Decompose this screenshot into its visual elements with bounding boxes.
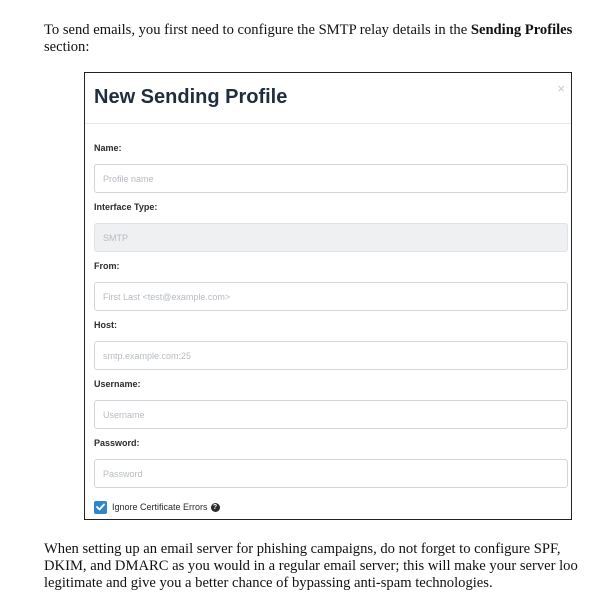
outro-line-3: legitimate and give you a better chance …	[44, 575, 493, 591]
modal-title: New Sending Profile	[94, 86, 288, 108]
intro-text: To send emails, you first need to config…	[44, 22, 471, 38]
outro-paragraph: When setting up an email server for phis…	[44, 541, 578, 592]
password-field[interactable]	[94, 459, 568, 488]
ignore-cert-checkbox[interactable]	[94, 500, 107, 514]
interface-type-field	[94, 223, 568, 252]
username-field[interactable]	[94, 400, 568, 429]
outro-line-2: DKIM, and DMARC as you would in a regula…	[44, 558, 578, 574]
from-field[interactable]	[94, 282, 568, 311]
intro-line-2: section:	[44, 39, 90, 55]
outro-line-1: When setting up an email server for phis…	[44, 541, 561, 557]
sending-profile-modal: New Sending Profile × Name: Interface Ty…	[84, 72, 572, 520]
checkmark-icon	[96, 503, 105, 511]
modal-header: New Sending Profile ×	[85, 73, 571, 124]
ignore-cert-label: Ignore Certificate Errors	[112, 502, 208, 512]
from-label: From:	[94, 261, 120, 271]
host-field[interactable]	[94, 341, 568, 370]
intro-bold-term: Sending Profiles	[470, 22, 573, 38]
help-icon[interactable]: ?	[210, 502, 220, 512]
close-icon[interactable]: ×	[557, 81, 565, 96]
name-field[interactable]	[94, 164, 568, 193]
password-label: Password:	[94, 438, 140, 448]
name-label: Name:	[94, 143, 122, 153]
username-label: Username:	[94, 379, 141, 389]
interface-type-label: Interface Type:	[94, 202, 158, 212]
intro-paragraph: To send emails, you first need to config…	[44, 22, 572, 56]
intro-line-1: To send emails, you first need to config…	[44, 22, 572, 39]
ignore-cert-row: Ignore Certificate Errors ?	[94, 500, 220, 514]
host-label: Host:	[94, 320, 117, 330]
